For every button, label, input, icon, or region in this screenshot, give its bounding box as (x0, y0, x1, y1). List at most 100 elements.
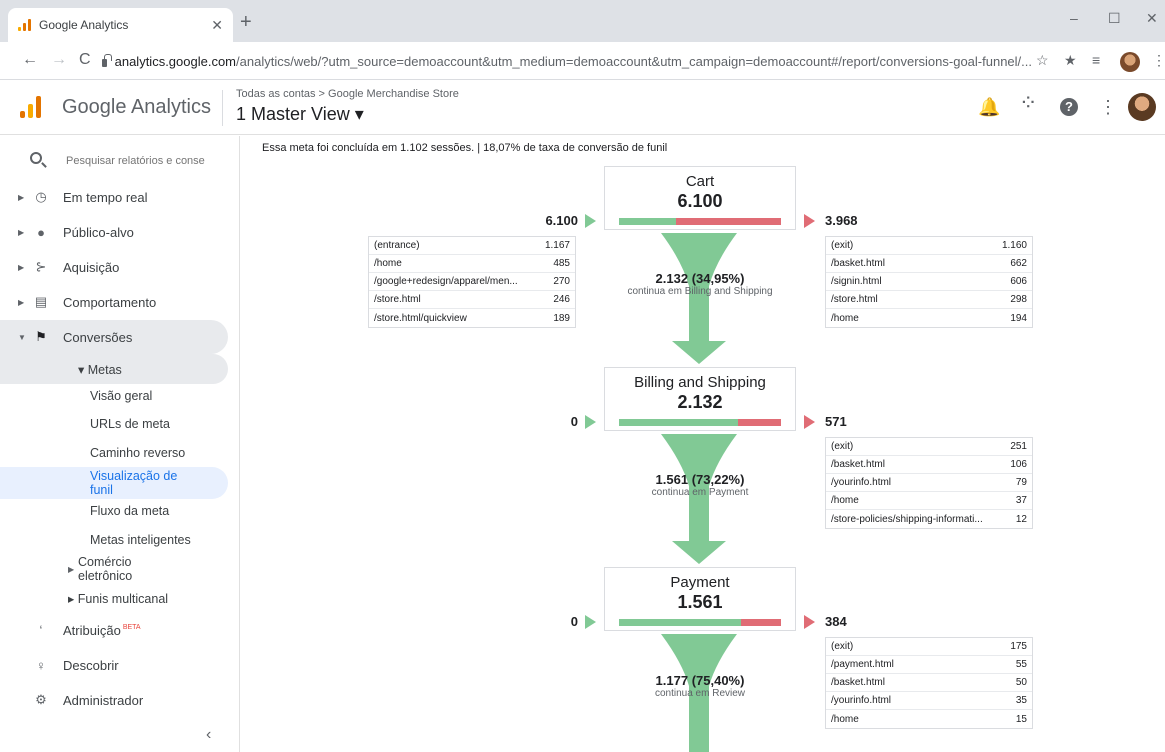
tab-title: Google Analytics (39, 18, 129, 32)
sidebar-item-audience[interactable]: ▶ ● Público-alvo (0, 215, 228, 249)
table-row[interactable]: /home 37 (826, 492, 1032, 510)
table-row[interactable]: /store.html/quickview 189 (369, 309, 575, 327)
table-row[interactable]: /basket.html 662 (826, 255, 1032, 273)
reading-list-icon[interactable]: ≡ (1092, 53, 1100, 67)
expand-caret-icon: ▶ (18, 297, 25, 307)
sidebar-item-label: Público-alvo (63, 224, 134, 240)
back-button[interactable]: ← (22, 52, 38, 68)
forward-button[interactable]: → (51, 52, 67, 68)
exit-pages-table: (exit) 1.160 /basket.html 662 /signin.html… (825, 236, 1033, 328)
sidebar-item-label: Caminho reverso (90, 446, 186, 460)
exit-arrow-icon (804, 415, 815, 429)
account-breadcrumb[interactable]: Todas as contas > Google Merchandise Sto… (236, 88, 459, 100)
minimize-window-button[interactable]: – (1070, 10, 1078, 26)
url-input[interactable]: analytics.google.com /analytics/web/?utm… (102, 48, 1032, 74)
sidebar-item-ecommerce[interactable]: ▶ Comércio eletrônico (0, 552, 228, 586)
browser-menu-icon[interactable]: ⋮ (1152, 53, 1165, 67)
collapse-sidebar-button[interactable]: ‹ (206, 726, 211, 744)
table-row[interactable]: /yourinfo.html 35 (826, 692, 1032, 710)
user-avatar[interactable] (1128, 93, 1156, 121)
step-exits: 384 (825, 614, 847, 629)
google-analytics-logo[interactable] (20, 96, 41, 118)
table-row[interactable]: /store-policies/shipping-informati... 12 (826, 510, 1032, 528)
exit-arrow-icon (804, 615, 815, 629)
sidebar-item-label: Comércio eletrônico (78, 555, 133, 583)
extensions-icon[interactable]: ★ (1064, 53, 1077, 67)
conversion-count: 1.177 (75,40%) (655, 673, 745, 688)
sidebar-item-goals-overview[interactable]: Visão geral (0, 381, 228, 411)
table-row[interactable]: (exit) 1.160 (826, 237, 1032, 255)
sidebar-item-label: Conversões (63, 329, 133, 345)
header-divider (222, 90, 223, 126)
table-row[interactable]: /basket.html 106 (826, 456, 1032, 474)
table-row[interactable]: /signin.html 606 (826, 273, 1032, 291)
sidebar-item-goal-flow[interactable]: Fluxo da meta (0, 496, 228, 526)
table-row[interactable]: (exit) 251 (826, 438, 1032, 456)
clock-icon: ◷ (35, 189, 47, 204)
step-exits: 3.968 (825, 213, 858, 228)
more-options-icon[interactable]: ⋮ (1099, 98, 1117, 116)
maximize-window-button[interactable]: ☐ (1108, 10, 1121, 27)
expand-caret-icon: ▶ (18, 192, 25, 202)
sidebar-item-reverse-goal-path[interactable]: Caminho reverso (0, 438, 228, 468)
bookmark-star-icon[interactable]: ☆ (1036, 53, 1049, 67)
table-row[interactable]: /basket.html 50 (826, 674, 1032, 692)
reload-button[interactable]: C (79, 52, 91, 68)
conversion-count: 2.132 (34,95%) (655, 271, 745, 286)
table-row[interactable]: /home 194 (826, 309, 1032, 327)
browser-tab[interactable]: Google Analytics ✕ (8, 8, 233, 42)
step-name: Cart (685, 173, 715, 190)
table-row[interactable]: /payment.html 55 (826, 656, 1032, 674)
conversion-text: continua em Payment (651, 487, 749, 498)
sidebar-item-label: Visão geral (90, 389, 153, 403)
table-row[interactable]: /home 485 (369, 255, 575, 273)
sidebar-item-goals[interactable]: ▾ Metas (0, 354, 228, 384)
sidebar-item-discover[interactable]: ♀ Descobrir (0, 648, 228, 682)
sidebar-item-multichannel[interactable]: ▸ Funis multicanal (0, 583, 228, 613)
table-row[interactable]: /home 15 (826, 710, 1032, 728)
step-name: Billing and Shipping (634, 374, 766, 391)
sidebar-item-label: Fluxo da meta (90, 504, 170, 518)
sidebar-item-goal-urls[interactable]: URLs de meta (0, 409, 228, 439)
close-tab-icon[interactable]: ✕ (211, 17, 223, 34)
sidebar-item-attribution[interactable]: ʻ Atribuição BETA (0, 613, 228, 647)
sidebar-item-behavior[interactable]: ▶ ▤ Comportamento (0, 285, 228, 319)
browser-tab-bar: Google Analytics ✕ + – ☐ ✕ (0, 0, 1165, 42)
entrance-arrow-icon (585, 615, 596, 629)
sidebar-item-conversions[interactable]: ▼ ⚑ Conversões (0, 320, 228, 354)
sidebar-item-label: Metas inteligentes (90, 533, 191, 547)
url-path: /analytics/web/?utm_source=demoaccount&u… (236, 53, 1032, 69)
expand-caret-icon: ▶ (18, 262, 25, 272)
expand-caret-icon: ▶ (18, 227, 25, 237)
sidebar-item-label: Aquisição (63, 259, 120, 275)
apps-icon[interactable]: ⁘ (1019, 92, 1037, 114)
step-entrances: 6.100 (545, 213, 578, 228)
table-row[interactable]: /store.html 298 (826, 291, 1032, 309)
sidebar-item-admin[interactable]: ⚙ Administrador (0, 683, 228, 717)
close-window-button[interactable]: ✕ (1146, 10, 1158, 27)
step-value: 2.132 (677, 392, 723, 412)
sidebar-item-smart-goals[interactable]: Metas inteligentes (0, 525, 228, 555)
sidebar-item-label: Em tempo real (63, 189, 148, 205)
table-row[interactable]: /store.html 246 (369, 291, 575, 309)
view-selector[interactable]: 1 Master View ▾ (236, 104, 364, 125)
sidebar-item-label: Comportamento (63, 294, 157, 310)
entrance-arrow-icon (585, 214, 596, 228)
new-tab-button[interactable]: + (240, 12, 252, 32)
table-row[interactable]: (exit) 175 (826, 638, 1032, 656)
sidebar-item-acquisition[interactable]: ▶ ⊱ Aquisição (0, 250, 228, 284)
help-icon[interactable]: ? (1060, 98, 1078, 116)
profile-avatar[interactable] (1120, 52, 1140, 72)
search-input[interactable] (66, 151, 226, 171)
table-row[interactable]: /yourinfo.html 79 (826, 474, 1032, 492)
step-progress-bar (619, 218, 781, 225)
sidebar-item-realtime[interactable]: ▶ ◷ Em tempo real (0, 180, 228, 214)
table-row[interactable]: /google+redesign/apparel/men... 270 (369, 273, 575, 291)
conversion-count: 1.561 (73,22%) (655, 472, 745, 487)
flag-icon: ⚑ (35, 329, 47, 344)
table-row[interactable]: (entrance) 1.167 (369, 237, 575, 255)
lightbulb-icon: ♀ (36, 657, 46, 673)
notifications-icon[interactable]: 🔔 (978, 98, 1000, 116)
sidebar-item-label: Visualização de funil (90, 469, 178, 497)
sidebar-item-funnel-visualization[interactable]: Visualização de funil (0, 467, 228, 499)
